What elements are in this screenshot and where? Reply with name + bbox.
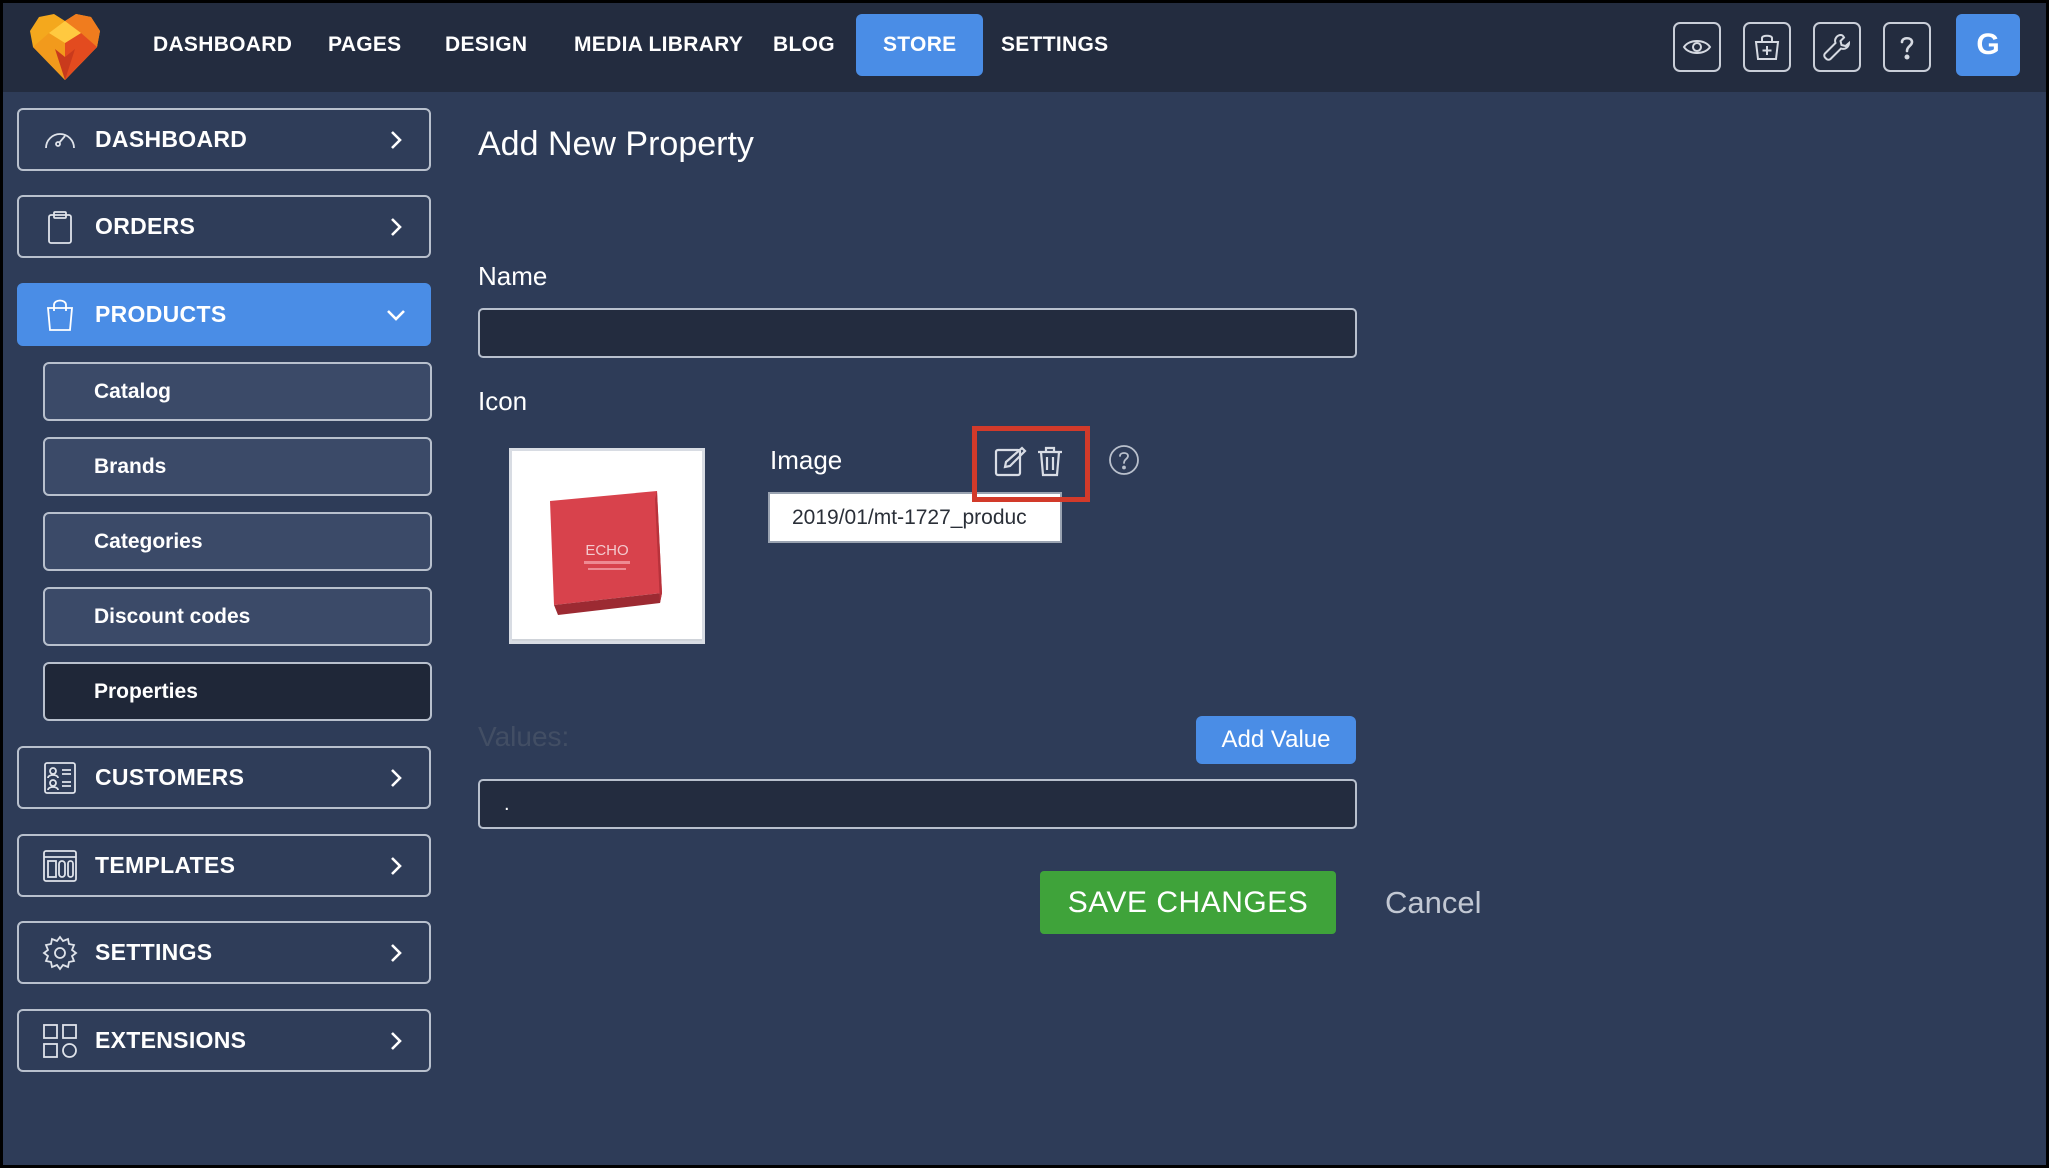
nav-blog[interactable]: BLOG <box>773 14 835 76</box>
sidebar-item-label: PRODUCTS <box>95 301 227 327</box>
cancel-link[interactable]: Cancel <box>1385 885 1482 921</box>
edit-icon[interactable] <box>993 444 1027 478</box>
sidebar-subitem-catalog[interactable]: Catalog <box>43 362 432 421</box>
sidebar-item-dashboard[interactable]: DASHBOARD <box>17 108 431 171</box>
shopping-bag-icon <box>47 299 73 331</box>
sidebar-item-label: SETTINGS <box>95 939 213 965</box>
sidebar-item-label: DASHBOARD <box>95 126 248 152</box>
sidebar-item-label: CUSTOMERS <box>95 764 245 790</box>
values-label: Values: <box>478 721 570 752</box>
add-value-button[interactable]: Add Value <box>1196 716 1356 764</box>
save-changes-button[interactable]: SAVE CHANGES <box>1040 871 1336 934</box>
help-button[interactable] <box>1883 22 1931 72</box>
eye-icon <box>1682 40 1712 54</box>
icon-label: Icon <box>478 386 528 416</box>
product-box-text: ECHO <box>585 542 628 559</box>
nav-design[interactable]: DESIGN <box>445 14 527 76</box>
wrench-icon <box>1823 33 1851 61</box>
icon-image-preview: ECHO <box>509 448 705 644</box>
trash-icon[interactable] <box>1033 444 1067 478</box>
sidebar-subitem-discount-codes[interactable]: Discount codes <box>43 587 432 646</box>
sidebar-item-orders[interactable]: ORDERS <box>17 195 431 258</box>
nav-settings[interactable]: SETTINGS <box>1001 14 1108 76</box>
clipboard-icon <box>48 210 72 244</box>
sidebar-subitem-brands[interactable]: Brands <box>43 437 432 496</box>
sidebar-item-templates[interactable]: TEMPLATES <box>17 834 431 897</box>
image-label: Image <box>770 445 843 475</box>
nav-dashboard[interactable]: DASHBOARD <box>153 14 292 76</box>
chevron-right-icon <box>391 943 402 962</box>
name-input[interactable] <box>478 308 1357 358</box>
chevron-right-icon <box>391 768 402 787</box>
store-add-button[interactable] <box>1743 22 1791 72</box>
brand-logo <box>30 14 100 80</box>
sidebar-item-label: TEMPLATES <box>95 852 236 878</box>
page-title: Add New Property <box>478 125 754 163</box>
sidebar-item-customers[interactable]: CUSTOMERS <box>17 746 431 809</box>
sidebar-subitem-properties[interactable]: Properties <box>43 662 432 721</box>
help-icon <box>1900 36 1914 60</box>
top-navigation-bar: DASHBOARD PAGES DESIGN MEDIA LIBRARY BLO… <box>3 3 2046 92</box>
template-layout-icon <box>43 849 77 882</box>
contact-list-icon <box>44 761 76 794</box>
chevron-right-icon <box>391 217 402 236</box>
sidebar-item-extensions[interactable]: EXTENSIONS <box>17 1009 431 1072</box>
value-input[interactable] <box>478 779 1357 829</box>
chevron-down-icon <box>387 309 405 321</box>
app-window: DASHBOARD PAGES DESIGN MEDIA LIBRARY BLO… <box>3 3 2046 1165</box>
help-circle-icon[interactable] <box>1107 443 1141 477</box>
sidebar-item-label: ORDERS <box>95 213 196 239</box>
sidebar-item-label: EXTENSIONS <box>95 1027 247 1053</box>
name-label: Name <box>478 261 548 291</box>
shopping-basket-add-icon <box>1754 34 1780 60</box>
user-avatar[interactable]: G <box>1956 14 2020 76</box>
preview-button[interactable] <box>1673 22 1721 72</box>
gear-icon <box>42 935 78 970</box>
nav-store[interactable]: STORE <box>856 14 984 76</box>
speedometer-icon <box>45 132 75 148</box>
sidebar-subitem-categories[interactable]: Categories <box>43 512 432 571</box>
chevron-right-icon <box>391 1031 402 1050</box>
sidebar-item-settings[interactable]: SETTINGS <box>17 921 431 984</box>
product-box-image: ECHO <box>512 451 702 639</box>
chevron-right-icon <box>391 856 402 875</box>
highlight-annotation-box <box>972 426 1090 502</box>
nav-pages[interactable]: PAGES <box>328 14 401 76</box>
chevron-right-icon <box>391 130 402 149</box>
apps-grid-icon <box>43 1023 77 1058</box>
sidebar-item-products[interactable]: PRODUCTS <box>17 283 431 346</box>
tools-button[interactable] <box>1813 22 1861 72</box>
nav-media-library[interactable]: MEDIA LIBRARY <box>574 14 743 76</box>
